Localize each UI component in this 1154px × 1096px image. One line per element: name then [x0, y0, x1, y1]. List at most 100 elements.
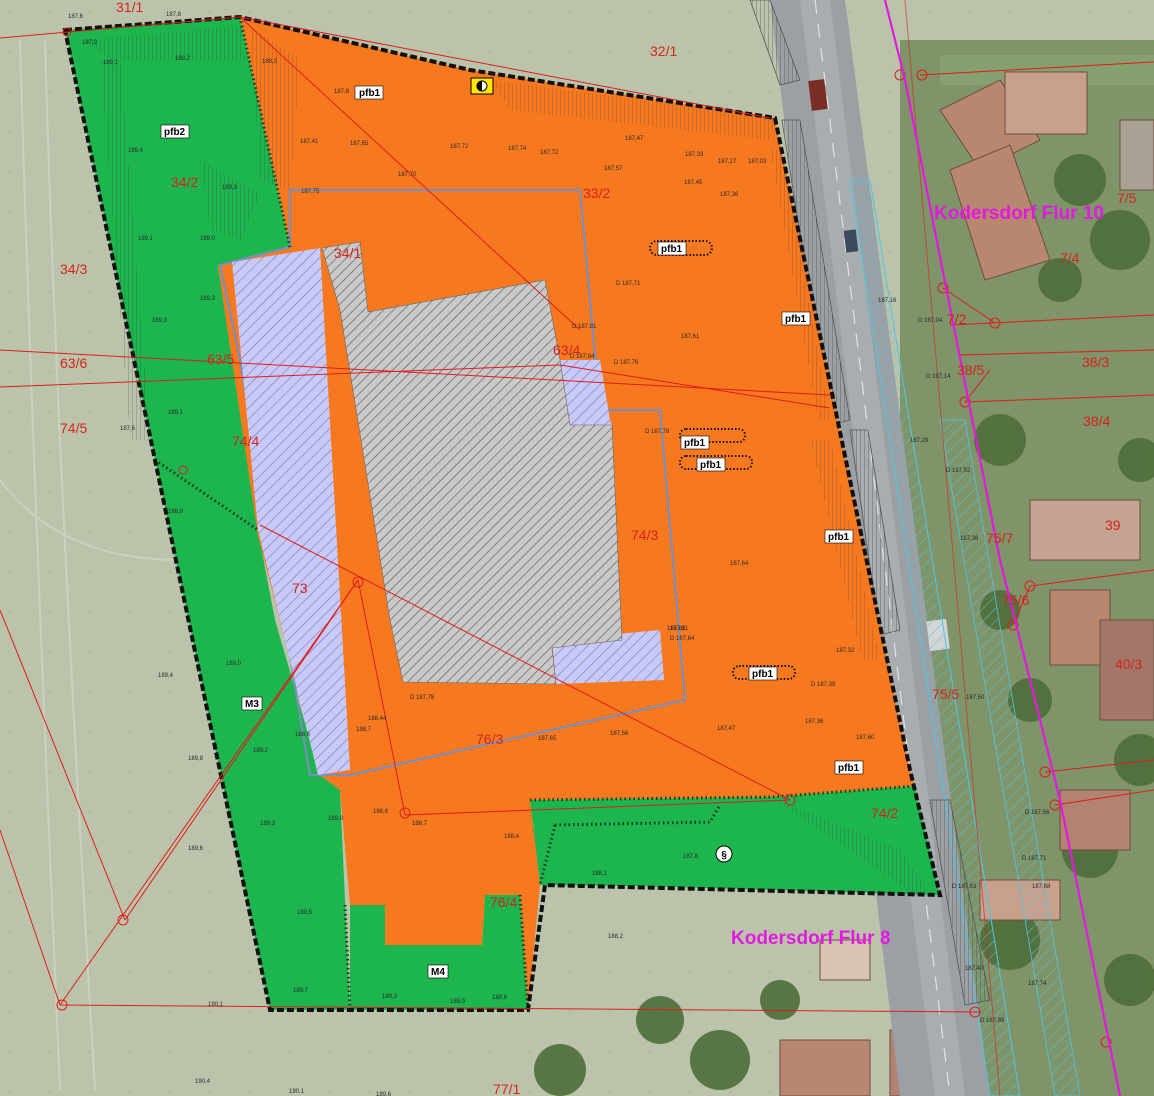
svg-text:pfb2: pfb2 — [164, 127, 186, 138]
elevation-spot: 187,8 — [334, 89, 350, 95]
parcel-label: 7/4 — [1060, 250, 1080, 266]
zone-label-pfb1: pfb1 — [680, 435, 710, 450]
svg-text:M4: M4 — [431, 967, 445, 978]
elevation-spot: 189,0 — [226, 661, 242, 667]
elevation-spot: 187,47 — [625, 136, 644, 142]
parcel-label: 73 — [292, 580, 308, 596]
elevation-spot: 188,3 — [262, 59, 278, 65]
elevation-spot: 187,72 — [450, 144, 469, 150]
elevation-spot: 187,74 — [508, 146, 527, 152]
parcel-label: 74/4 — [232, 433, 259, 449]
svg-text:M3: M3 — [245, 699, 259, 710]
elevation-spot: 189,1 — [138, 236, 154, 242]
elevation-spot: D 187,04 — [918, 318, 943, 324]
elevation-spot: 187,40 — [965, 966, 984, 972]
zone-label-pfb1: pfb1 — [696, 457, 726, 472]
elevation-spot: 189,7 — [293, 988, 309, 994]
elevation-spot: D 187,56 — [1025, 810, 1050, 816]
elevation-spot: 187,74 — [1028, 981, 1047, 987]
svg-text:pfb1: pfb1 — [828, 532, 850, 543]
parcel-label: 76/4 — [490, 894, 517, 910]
elevation-spot: 187,27 — [718, 159, 737, 165]
svg-text:pfb1: pfb1 — [785, 314, 807, 325]
elevation-spot: 188,4 — [504, 834, 520, 840]
parcel-label: 76/3 — [476, 731, 503, 747]
elevation-spot: 189,0 — [328, 816, 344, 822]
elevation-spot: 187,75 — [301, 189, 320, 195]
elevation-spot: D 187,71 — [1022, 856, 1047, 862]
zone-label-pfb1: pfb1 — [824, 529, 854, 544]
elevation-spot: 187,65 — [350, 141, 369, 147]
elevation-spot: 189,1 — [103, 60, 119, 66]
zone-label-pfb1: pfb1 — [748, 666, 778, 681]
flur-label-10: Kodersdorf Flur 10 — [934, 203, 1104, 224]
svg-text:pfb1: pfb1 — [684, 438, 706, 449]
elevation-spot: 189,8 — [188, 756, 204, 762]
elevation-spot: 189,0 — [450, 999, 466, 1005]
zone-label-pfb1: pfb1 — [354, 85, 384, 100]
elevation-spot: 187,45 — [684, 180, 703, 186]
elevation-spot: 187,29 — [910, 438, 929, 444]
parcel-label: 34/1 — [334, 245, 361, 261]
elevation-spot: 187,60 — [856, 735, 875, 741]
parcel-label: 38/4 — [1083, 413, 1110, 429]
elevation-spot: 187,68 — [1032, 884, 1051, 890]
elevation-spot: 188,1 — [592, 871, 608, 877]
svg-text:pfb1: pfb1 — [752, 669, 774, 680]
zone-label-pfb1: pfb1 — [834, 760, 864, 775]
zone-label-pfb1: pfb1 — [781, 311, 811, 326]
flur-label-8: Kodersdorf Flur 8 — [731, 928, 890, 949]
parcel-label: 40/3 — [1115, 656, 1142, 672]
elevation-spot: 187,33 — [685, 152, 704, 158]
parcel-label: 75/7 — [986, 530, 1013, 546]
elevation-spot: 188,44 — [368, 716, 387, 722]
svg-text:pfb1: pfb1 — [700, 460, 722, 471]
elevation-spot: 187,36 — [720, 192, 739, 198]
parcel-label: 7/2 — [947, 311, 967, 327]
elevation-spot: D 187,71 — [616, 281, 641, 287]
elevation-spot: D 187,63 — [952, 884, 977, 890]
elevation-spot: 187,64 — [730, 561, 749, 567]
parcel-label: 75/6 — [1002, 592, 1029, 608]
parcel-label: 34/3 — [60, 261, 87, 277]
parcel-label: 38/3 — [1082, 354, 1109, 370]
elevation-spot: 187,72 — [540, 150, 559, 156]
info-sign — [470, 77, 494, 95]
elevation-spot: D 187,39 — [811, 682, 836, 688]
zone-label-pfb2: pfb2 — [160, 124, 190, 139]
parcel-label: 39 — [1105, 517, 1121, 533]
elevation-spot: 189,3 — [222, 185, 238, 191]
elevation-spot: 187,65 — [538, 736, 557, 742]
elevation-spot: 187,9 — [82, 40, 98, 46]
elevation-spot: 187,41 — [300, 139, 319, 145]
elevation-spot: 187,81 — [670, 626, 689, 632]
parcel-label: 33/2 — [583, 185, 610, 201]
elevation-spot: 187,36 — [805, 719, 824, 725]
elevation-spot: 190,1 — [208, 1002, 224, 1008]
elevation-spot: 189,2 — [175, 56, 191, 62]
parcel-label: 77/1 — [493, 1081, 520, 1096]
parcel-label: 63/6 — [60, 355, 87, 371]
elevation-spot: 187,50 — [966, 695, 985, 701]
parcel-label: 38/5 — [957, 362, 984, 378]
elevation-spot: 189,1 — [168, 410, 184, 416]
elevation-spot: 187,6 — [68, 14, 84, 20]
elevation-spot: 187,32 — [836, 648, 855, 654]
elevation-spot: 189,5 — [297, 910, 313, 916]
elevation-spot: D 187,14 — [926, 374, 951, 380]
elevation-spot: 189,4 — [158, 673, 174, 679]
elevation-spot: 190,4 — [195, 1079, 211, 1085]
elevation-spot: 187,16 — [878, 298, 897, 304]
elevation-spot: 189,3 — [382, 994, 398, 1000]
parcel-label: 7/5 — [1117, 190, 1137, 206]
elevation-spot: 188,6 — [492, 995, 508, 1001]
elevation-spot: 190,1 — [289, 1089, 305, 1095]
elevation-spot: D 187,78 — [645, 429, 670, 435]
parcel-label: 31/1 — [116, 0, 143, 15]
elevation-spot: 187,8 — [166, 12, 182, 18]
elevation-spot: 188,2 — [608, 934, 624, 940]
elevation-spot: 189,0 — [200, 236, 216, 242]
elevation-spot: 187,03 — [748, 159, 767, 165]
svg-text:pfb1: pfb1 — [661, 244, 683, 255]
parcel-label: 63/5 — [207, 351, 234, 367]
